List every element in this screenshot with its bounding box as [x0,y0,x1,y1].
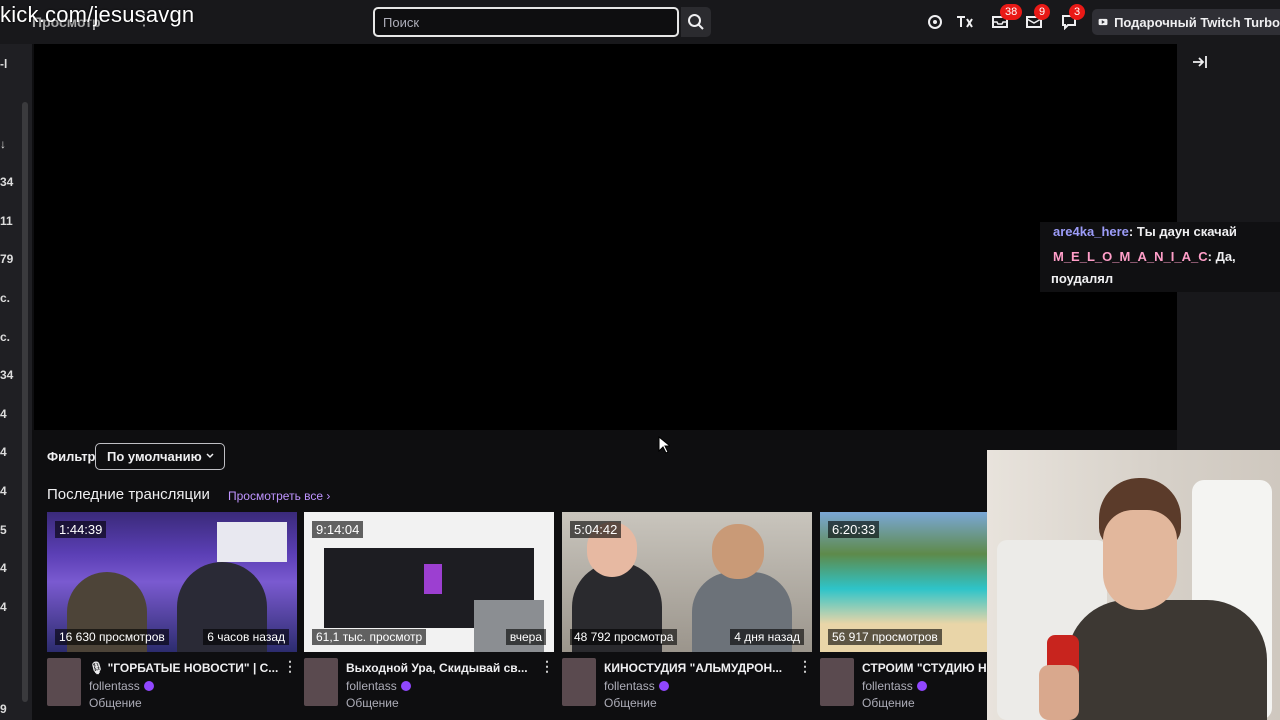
prime-loot-button[interactable] [925,12,945,32]
sidebar-count: 4 [0,484,7,498]
search-icon [688,14,704,30]
video-views: 61,1 тыс. просмотр [312,629,427,645]
channel-name[interactable]: follentass [89,679,154,693]
video-thumbnail[interactable]: 5:04:42 48 792 просмотра 4 дня назад [562,512,812,652]
bits-button[interactable] [955,12,975,32]
video-card[interactable]: 9:14:04 61,1 тыс. просмотр вчера Выходно… [304,512,554,710]
video-card[interactable]: 5:04:42 48 792 просмотра 4 дня назад КИН… [562,512,812,710]
video-duration: 1:44:39 [55,521,107,538]
sidebar-count: 11 [0,214,13,228]
gift-turbo-button[interactable]: Подарочный Twitch Turbo [1092,9,1280,35]
whispers-badge: 9 [1034,4,1051,20]
video-duration: 5:04:42 [570,521,622,538]
video-thumbnail[interactable]: 1:44:39 16 630 просмотров 6 часов назад [47,512,297,652]
verified-icon [400,681,411,691]
video-category[interactable]: Общение [604,696,657,710]
collapse-chat-icon[interactable] [1190,53,1210,71]
video-title[interactable]: КИНОСТУДИЯ "АЛЬМУДРОН... [604,661,794,675]
video-menu-icon[interactable]: ⋮ [283,658,297,675]
stream-watermark: kick.com/jesusavgn [0,2,195,27]
sidebar-count: 9 [0,702,7,716]
channel-avatar[interactable] [47,658,81,706]
filter-dropdown[interactable]: По умолчанию [95,443,225,470]
chat-username[interactable]: M_E_L_O_M_A_N_I_A_C [1051,249,1208,264]
sidebar-count: с. [0,330,11,344]
whispers-button[interactable]: 9 [1024,4,1051,32]
view-all-link[interactable]: Просмотреть все › [228,489,330,503]
video-menu-icon[interactable]: ⋮ [540,658,554,675]
sidebar-count: 34 [0,368,14,382]
video-category[interactable]: Общение [89,696,142,710]
sidebar-arrow-icon: ↓ [0,137,6,151]
video-views: 16 630 просмотров [55,629,169,645]
video-age: 6 часов назад [203,629,289,645]
sidebar-count: 4 [0,600,7,614]
video-title[interactable]: 🎙 "ГОРБАТЫЕ НОВОСТИ" | С... [89,661,279,675]
video-category[interactable]: Общение [346,696,399,710]
chat-message: M_E_L_O_M_A_N_I_A_C: Да, поудалял [1051,246,1251,290]
sidebar-count: 34 [0,175,14,189]
channel-avatar[interactable] [304,658,338,706]
video-age: 4 дня назад [730,629,804,645]
turbo-icon [1098,18,1108,26]
channel-name[interactable]: follentass [604,679,669,693]
sidebar-count: 4 [0,445,7,459]
channel-avatar[interactable] [820,658,854,706]
video-age: вчера [505,629,546,645]
sidebar-count: с. [0,291,11,305]
notifications-button[interactable]: 3 [1059,4,1086,32]
crown-icon [928,15,942,29]
channel-avatar[interactable] [562,658,596,706]
mouse-cursor-icon [658,435,672,459]
search-input[interactable] [375,9,677,35]
video-menu-icon[interactable]: ⋮ [798,658,812,675]
video-thumbnail[interactable]: 9:14:04 61,1 тыс. просмотр вчера [304,512,554,652]
video-duration: 9:14:04 [312,521,364,538]
inbox-button[interactable]: 38 [990,4,1023,32]
chat-username[interactable]: are4ka_here [1053,224,1129,239]
sidebar-count: 4 [0,407,7,421]
search-box [373,7,679,37]
search-button[interactable] [681,7,711,37]
left-sidebar: -l ↓ 34 11 79 с. с. 34 4 4 4 5 4 4 9 [0,44,32,720]
turbo-label: Подарочный Twitch Turbo [1114,14,1280,30]
video-views: 48 792 просмотра [570,629,678,645]
verified-icon [916,681,927,691]
notifications-badge: 3 [1069,4,1086,20]
sidebar-count: 4 [0,561,7,575]
video-category[interactable]: Общение [862,696,915,710]
chevron-down-icon [206,453,214,459]
webcam-overlay [987,450,1280,720]
inbox-badge: 38 [1000,4,1023,20]
sidebar-count: -l [0,57,8,71]
translate-icon [957,16,973,28]
filter-value: По умолчанию [107,449,202,464]
chat-text: : Ты даун скачай [1128,224,1237,239]
video-title[interactable]: Выходной Ура, Скидывай св... [346,661,536,675]
channel-name[interactable]: follentass [346,679,411,693]
chat-message: are4ka_here: Ты даун скачай [1053,221,1237,243]
channel-name[interactable]: follentass [862,679,927,693]
filter-label: Фильтр [47,449,96,464]
verified-icon [143,681,154,691]
video-duration: 6:20:33 [828,521,880,538]
sidebar-count: 5 [0,523,7,537]
sidebar-count: 79 [0,252,14,266]
sidebar-scrollbar[interactable] [22,102,28,702]
video-views: 56 917 просмотров [828,629,942,645]
verified-icon [658,681,669,691]
video-card[interactable]: 1:44:39 16 630 просмотров 6 часов назад … [47,512,297,710]
video-player[interactable] [34,44,1177,430]
section-title: Последние трансляции [47,486,210,503]
